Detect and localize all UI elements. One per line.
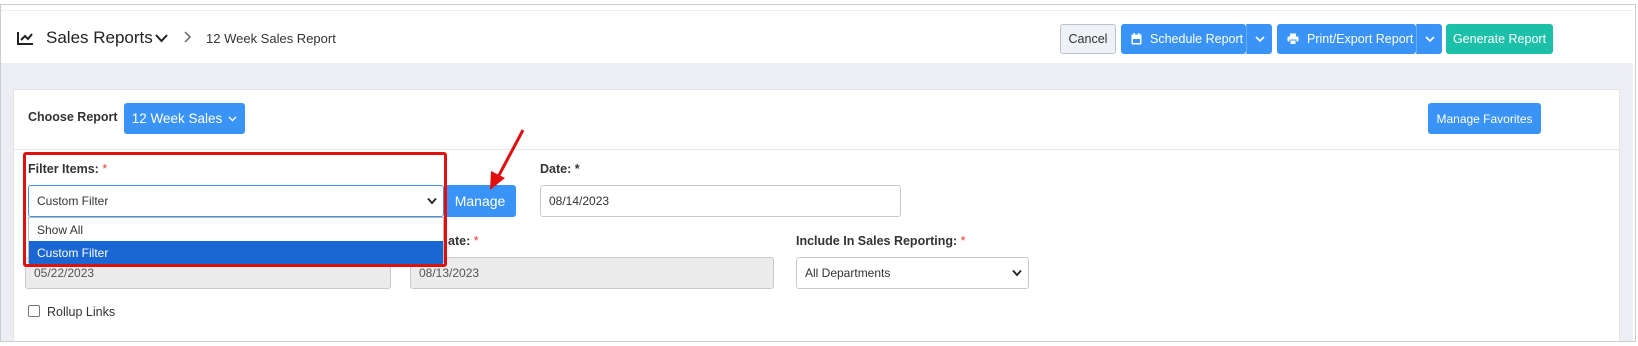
print-export-label: Print/Export Report: [1307, 32, 1414, 46]
report-select-label: 12 Week Sales: [131, 111, 223, 126]
include-sales-select[interactable]: All Departments: [796, 257, 1029, 289]
annotation-arrow-icon: [490, 129, 525, 190]
chevron-down-icon: [1012, 269, 1022, 277]
chevron-right-icon: [184, 31, 192, 43]
divider: [14, 149, 1619, 150]
cancel-button-label: Cancel: [1068, 32, 1108, 46]
highlight-box: [23, 152, 447, 267]
schedule-report-button[interactable]: Schedule Report: [1121, 24, 1246, 54]
end-date-input: 08/13/2023: [410, 257, 774, 289]
breadcrumb: 12 Week Sales Report: [206, 31, 336, 46]
chevron-down-icon: [228, 116, 237, 121]
choose-report-label: Choose Report: [28, 110, 118, 124]
date-label: Date: *: [540, 162, 580, 176]
page-title: Sales Reports: [46, 28, 153, 47]
end-date-label: ate: *: [448, 234, 479, 248]
date-input[interactable]: 08/14/2023: [540, 185, 901, 217]
cancel-button[interactable]: Cancel: [1060, 24, 1116, 54]
print-export-dropdown[interactable]: [1416, 24, 1442, 54]
chevron-down-icon: [1254, 35, 1265, 42]
report-select-button[interactable]: 12 Week Sales: [124, 103, 245, 134]
end-date-value: 08/13/2023: [419, 266, 480, 280]
include-sales-value: All Departments: [805, 266, 891, 280]
print-export-button[interactable]: Print/Export Report: [1277, 24, 1416, 54]
manage-favorites-button[interactable]: Manage Favorites: [1428, 103, 1541, 134]
date-value: 08/14/2023: [549, 194, 610, 208]
schedule-report-label: Schedule Report: [1150, 32, 1244, 46]
chart-line-icon: [17, 32, 33, 45]
start-date-value: 05/22/2023: [34, 266, 95, 280]
include-sales-label: Include In Sales Reporting: *: [796, 234, 966, 248]
generate-report-button[interactable]: Generate Report: [1446, 24, 1553, 54]
printer-icon: [1287, 33, 1299, 45]
chevron-down-icon: [1424, 35, 1435, 42]
rollup-links-label: Rollup Links: [47, 305, 116, 319]
schedule-report-dropdown[interactable]: [1246, 24, 1272, 54]
calendar-icon: [1131, 33, 1142, 45]
manage-favorites-label: Manage Favorites: [1436, 111, 1533, 126]
chevron-down-icon[interactable]: [155, 33, 168, 43]
manage-filter-label: Manage: [454, 193, 506, 209]
generate-report-label: Generate Report: [1452, 32, 1547, 46]
rollup-links-checkbox[interactable]: [28, 305, 40, 317]
